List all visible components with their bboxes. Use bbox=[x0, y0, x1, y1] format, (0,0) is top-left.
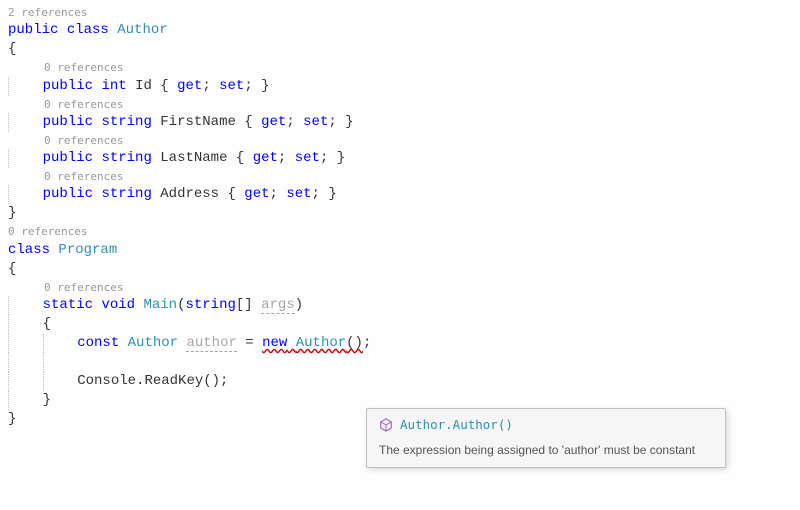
codelens[interactable]: 0 references bbox=[8, 134, 792, 148]
variable-author: author bbox=[186, 335, 236, 352]
code-line[interactable]: { bbox=[8, 260, 792, 279]
code-line[interactable]: public string FirstName { get; set; } bbox=[8, 113, 792, 132]
keyword-class: class bbox=[67, 22, 109, 38]
param-args: args bbox=[261, 297, 295, 314]
tooltip-signature-line: Author.Author() bbox=[379, 417, 713, 433]
codelens[interactable]: 0 references bbox=[8, 61, 792, 75]
method-icon bbox=[379, 418, 393, 432]
code-line[interactable]: const Author author = new Author(); bbox=[8, 334, 792, 353]
class-name: Program bbox=[58, 242, 117, 258]
codelens[interactable]: 0 references bbox=[8, 98, 792, 112]
class-name: Author bbox=[117, 22, 167, 38]
brace-open: { bbox=[8, 41, 16, 57]
code-line[interactable]: public class Author bbox=[8, 21, 792, 40]
console-call: Console bbox=[77, 373, 136, 389]
property-name: Id bbox=[135, 78, 152, 94]
keyword-static: static bbox=[43, 297, 93, 313]
code-line[interactable] bbox=[8, 353, 792, 372]
codelens[interactable]: 2 references bbox=[8, 6, 792, 20]
codelens[interactable]: 0 references bbox=[8, 170, 792, 184]
code-line[interactable]: { bbox=[8, 315, 792, 334]
code-line[interactable]: public string Address { get; set; } bbox=[8, 185, 792, 204]
tooltip-message: The expression being assigned to 'author… bbox=[379, 443, 713, 459]
code-line[interactable]: class Program bbox=[8, 241, 792, 260]
code-line[interactable]: { bbox=[8, 40, 792, 59]
brace-close: } bbox=[8, 205, 16, 221]
property-name: Address bbox=[160, 186, 219, 202]
error-tooltip: Author.Author() The expression being ass… bbox=[366, 408, 726, 468]
code-line[interactable]: public string LastName { get; set; } bbox=[8, 149, 792, 168]
code-line[interactable]: Console.ReadKey(); bbox=[8, 372, 792, 391]
keyword-string: string bbox=[101, 114, 151, 130]
codelens[interactable]: 0 references bbox=[8, 281, 792, 295]
keyword-new: new bbox=[262, 335, 287, 351]
keyword-int: int bbox=[101, 78, 126, 94]
code-editor[interactable]: 2 references public class Author { 0 ref… bbox=[8, 6, 792, 429]
keyword-public: public bbox=[8, 22, 58, 38]
code-line[interactable]: static void Main(string[] args) bbox=[8, 296, 792, 315]
code-line[interactable]: public int Id { get; set; } bbox=[8, 77, 792, 96]
keyword-void: void bbox=[101, 297, 135, 313]
property-name: FirstName bbox=[160, 114, 236, 130]
code-line[interactable]: } bbox=[8, 204, 792, 223]
tooltip-signature: Author.Author() bbox=[400, 417, 513, 433]
method-name: Main bbox=[143, 297, 177, 313]
keyword-const: const bbox=[77, 335, 119, 351]
codelens[interactable]: 0 references bbox=[8, 225, 792, 239]
property-name: LastName bbox=[160, 150, 227, 166]
error-expression: Author bbox=[296, 335, 346, 351]
